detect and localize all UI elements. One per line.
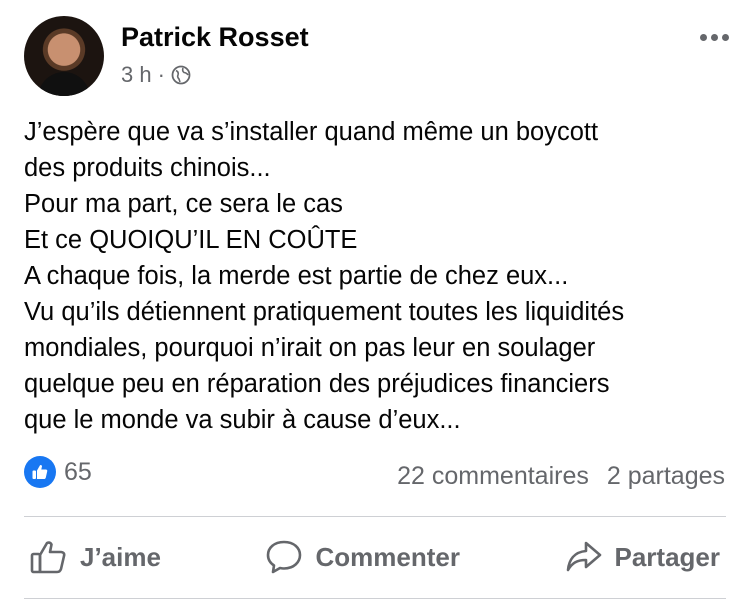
like-label: J’aime xyxy=(80,541,161,572)
post-meta: 3 h · xyxy=(121,62,191,88)
share-icon xyxy=(565,539,603,575)
post-line: Et ce QUOIQU’IL EN COÛTE xyxy=(24,226,358,254)
like-button[interactable]: J’aime xyxy=(24,539,167,575)
like-reaction-icon xyxy=(24,456,56,488)
avatar[interactable] xyxy=(24,16,104,96)
more-options-icon[interactable] xyxy=(700,34,729,41)
meta-separator: · xyxy=(157,62,165,87)
divider xyxy=(24,598,726,599)
action-bar: J’aime Commenter Partager xyxy=(24,519,726,595)
post-line: quelque peu en réparation des préjudices… xyxy=(24,370,610,398)
post-time[interactable]: 3 h xyxy=(121,62,152,88)
post-line: J’espère que va s’installer quand même u… xyxy=(24,118,599,146)
post-stats: 65 22 commentaires 2 partages xyxy=(24,456,725,496)
divider xyxy=(24,516,726,517)
reactions-summary[interactable]: 65 xyxy=(24,456,92,488)
reaction-count: 65 xyxy=(64,457,92,486)
engagement-counts: 22 commentaires 2 partages xyxy=(397,462,725,491)
share-label: Partager xyxy=(614,541,721,572)
thumbs-up-icon xyxy=(30,539,68,575)
post-text: J’espère que va s’installer quand même u… xyxy=(24,114,729,438)
author-name[interactable]: Patrick Rosset xyxy=(121,22,309,53)
comment-button[interactable]: Commenter xyxy=(259,539,465,575)
post-line: des produits chinois... xyxy=(24,154,271,182)
comment-label: Commenter xyxy=(315,541,460,572)
post-header: Patrick Rosset 3 h · xyxy=(24,16,729,96)
post-line: que le monde va subir à cause d’eux... xyxy=(24,406,461,434)
shares-count[interactable]: 2 partages xyxy=(607,462,725,491)
globe-icon xyxy=(171,65,191,85)
post-line: Pour ma part, ce sera le cas xyxy=(24,190,343,218)
comment-icon xyxy=(265,539,303,575)
post-line: Vu qu’ils détiennent pratiquement toutes… xyxy=(24,298,625,326)
post-line: A chaque fois, la merde est partie de ch… xyxy=(24,262,569,290)
comments-count[interactable]: 22 commentaires xyxy=(397,462,589,491)
post-line: mondiales, pourquoi n’irait on pas leur … xyxy=(24,334,596,362)
share-button[interactable]: Partager xyxy=(559,539,727,575)
